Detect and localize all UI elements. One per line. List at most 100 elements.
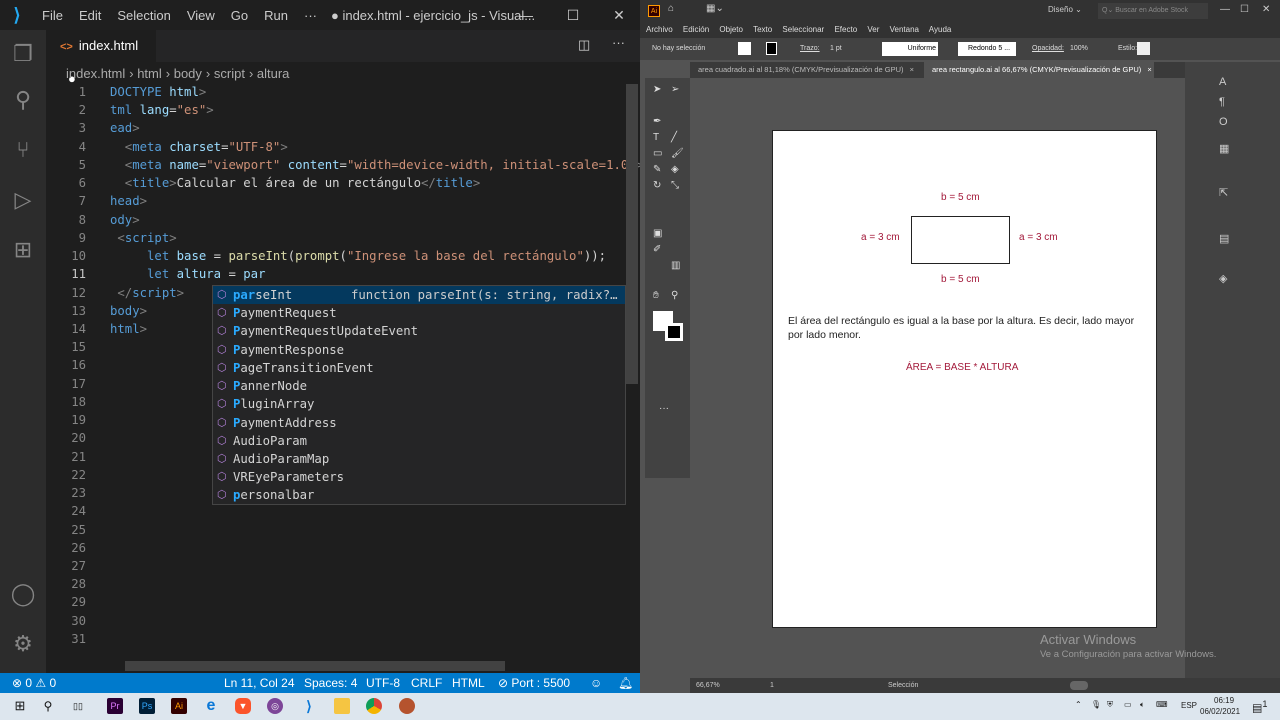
fill-swatch[interactable] xyxy=(738,42,751,55)
artboard[interactable]: b = 5 cm a = 3 cm a = 3 cm b = 5 cm El á… xyxy=(772,130,1157,628)
code-line[interactable]: 4 <meta charset="UTF-8"> xyxy=(46,138,626,156)
style-swatch[interactable] xyxy=(1137,42,1150,55)
properties-panel-icon[interactable]: A xyxy=(1219,76,1226,88)
type-tool-icon[interactable]: T xyxy=(653,132,659,143)
minimize-button[interactable]: — xyxy=(503,0,549,30)
code-line[interactable]: 29 xyxy=(46,593,626,611)
breadcrumb-body[interactable]: body xyxy=(174,66,202,81)
settings-gear-icon[interactable]: ⚙ xyxy=(9,630,37,658)
stroke-label[interactable]: Trazo: xyxy=(800,38,820,60)
suggestion-item[interactable]: ⬡ PaymentAddress xyxy=(213,414,625,432)
feedback-icon[interactable]: ☺ xyxy=(590,673,602,693)
suggestion-item[interactable]: ⬡ PannerNode xyxy=(213,377,625,395)
tab-area-cuadrado[interactable]: area cuadrado.ai al 81,18% (CMYK/Previsu… xyxy=(690,62,924,78)
code-line[interactable]: 26 xyxy=(46,539,626,557)
zoom-tool-icon[interactable]: ⚲ xyxy=(671,290,678,301)
opacity-label[interactable]: Opacidad: xyxy=(1032,38,1064,60)
code-line[interactable]: 8 ody> xyxy=(46,211,626,229)
graph-tool-icon[interactable]: ▥ xyxy=(671,260,680,271)
split-editor-icon[interactable]: ◫ xyxy=(578,37,590,53)
menu-ver[interactable]: Ver xyxy=(867,25,879,34)
more-actions-icon[interactable]: ··· xyxy=(612,35,625,50)
menu-archivo[interactable]: Archivo xyxy=(646,25,673,34)
suggestion-item[interactable]: ⬡ PluginArray xyxy=(213,395,625,413)
opentype-panel-icon[interactable]: O xyxy=(1219,116,1228,128)
search-icon[interactable]: ⚲ xyxy=(40,698,56,714)
chrome-icon[interactable] xyxy=(366,698,382,714)
menu-file[interactable]: File xyxy=(34,8,71,23)
direct-selection-tool-icon[interactable]: ➢ xyxy=(671,84,679,95)
cursor-position[interactable]: Ln 11, Col 24 xyxy=(224,673,295,693)
start-windows-icon[interactable]: ⊞ xyxy=(12,698,28,714)
action-center-icon[interactable]: ▤1 xyxy=(1252,699,1268,715)
minimize-button[interactable]: — xyxy=(1220,4,1230,15)
menu-texto[interactable]: Texto xyxy=(753,25,772,34)
security-icon[interactable]: ⛨ xyxy=(1107,700,1113,710)
export-panel-icon[interactable]: ⇱ xyxy=(1219,186,1228,199)
artboard-number[interactable]: 1 xyxy=(770,678,774,693)
code-line[interactable]: 11 let altura = par xyxy=(46,265,626,283)
menu-view[interactable]: View xyxy=(179,8,223,23)
premiere-icon[interactable]: Pr xyxy=(107,698,123,714)
code-line[interactable]: 1 DOCTYPE html> xyxy=(46,83,626,101)
app-icon[interactable] xyxy=(399,698,415,714)
scale-tool-icon[interactable]: ⤡ xyxy=(671,180,679,191)
suggestion-item[interactable]: ⬡ VREyeParameters xyxy=(213,468,625,486)
live-server-port[interactable]: ⊘ Port : 5500 xyxy=(498,673,570,693)
menu-more[interactable]: ··· xyxy=(296,8,325,23)
code-line[interactable]: 25 xyxy=(46,521,626,539)
indentation[interactable]: Spaces: 4 xyxy=(304,673,357,693)
network-icon[interactable]: ▭ xyxy=(1124,700,1132,709)
breadcrumb-file[interactable]: index.html xyxy=(66,66,125,81)
code-line[interactable]: 7 head> xyxy=(46,192,626,210)
suggestion-item[interactable]: ⬡ PaymentRequest xyxy=(213,304,625,322)
language-mode[interactable]: HTML xyxy=(452,673,485,693)
breadcrumb-script[interactable]: script xyxy=(214,66,245,81)
horizontal-scrollbar[interactable] xyxy=(125,661,505,671)
brave-icon[interactable]: ▼ xyxy=(235,698,251,714)
clock-time[interactable]: 06:19 xyxy=(1214,696,1234,705)
menu-objeto[interactable]: Objeto xyxy=(719,25,743,34)
swatches-panel-icon[interactable]: ▦ xyxy=(1219,142,1229,155)
account-icon[interactable]: ◯ xyxy=(9,580,37,608)
search-icon[interactable]: ⚲ xyxy=(9,86,37,114)
workspace-layout-icon[interactable]: ▦⌄ xyxy=(706,3,724,14)
code-line[interactable]: 9 <script> xyxy=(46,229,626,247)
stroke-weight[interactable]: 1 pt xyxy=(830,38,842,60)
horizontal-scroll-thumb[interactable] xyxy=(1070,681,1088,690)
close-button[interactable]: ✕ xyxy=(596,0,642,30)
extensions-icon[interactable]: ⊞ xyxy=(9,236,37,264)
code-line[interactable]: 10 let base = parseInt(prompt("Ingrese l… xyxy=(46,247,626,265)
breadcrumb-altura[interactable]: altura xyxy=(257,66,290,81)
clock-date[interactable]: 06/02/2021 xyxy=(1200,707,1240,716)
suggestion-item[interactable]: ⬡ personalbar xyxy=(213,486,625,504)
run-debug-icon[interactable]: ▷ xyxy=(9,186,37,214)
menu-seleccionar[interactable]: Seleccionar xyxy=(782,25,824,34)
variable-width-profile[interactable]: Uniforme xyxy=(882,42,938,56)
paintbrush-tool-icon[interactable]: 🖌︎ xyxy=(671,148,684,159)
layers-panel-icon[interactable]: ◈ xyxy=(1219,272,1227,285)
close-button[interactable]: ✕ xyxy=(1262,4,1270,15)
artboards-panel-icon[interactable]: ▤ xyxy=(1219,232,1229,245)
stroke-color-icon[interactable] xyxy=(665,323,683,341)
tab-area-rectangulo[interactable]: area rectangulo.ai al 66,67% (CMYK/Previ… xyxy=(924,62,1154,78)
rectangle-tool-icon[interactable]: ▭ xyxy=(653,148,662,159)
volume-icon[interactable]: 🔈︎ xyxy=(1140,700,1145,710)
menu-go[interactable]: Go xyxy=(223,8,256,23)
pen-tool-icon[interactable]: ✒ xyxy=(653,116,661,127)
opacity-value[interactable]: 100% xyxy=(1070,38,1088,60)
breadcrumb-html[interactable]: html xyxy=(137,66,162,81)
photoshop-icon[interactable]: Ps xyxy=(139,698,155,714)
home-icon[interactable]: ⌂ xyxy=(668,3,674,14)
paragraph-panel-icon[interactable]: ¶ xyxy=(1219,96,1225,108)
eraser-tool-icon[interactable]: ◈ xyxy=(671,164,679,175)
code-line[interactable]: 6 <title>Calcular el área de un rectángu… xyxy=(46,174,626,192)
tor-icon[interactable]: ◎ xyxy=(267,698,283,714)
current-tool[interactable]: Selección xyxy=(888,678,918,693)
gradient-tool-icon[interactable]: ▣ xyxy=(653,228,662,239)
brush-definition[interactable]: Redondo 5 ... xyxy=(958,42,1016,56)
hand-tool-icon[interactable]: ✋︎ xyxy=(653,290,659,301)
eyedropper-tool-icon[interactable]: ✐ xyxy=(653,244,661,255)
input-language[interactable]: ESP xyxy=(1181,701,1197,710)
maximize-button[interactable]: ☐ xyxy=(1240,4,1249,15)
